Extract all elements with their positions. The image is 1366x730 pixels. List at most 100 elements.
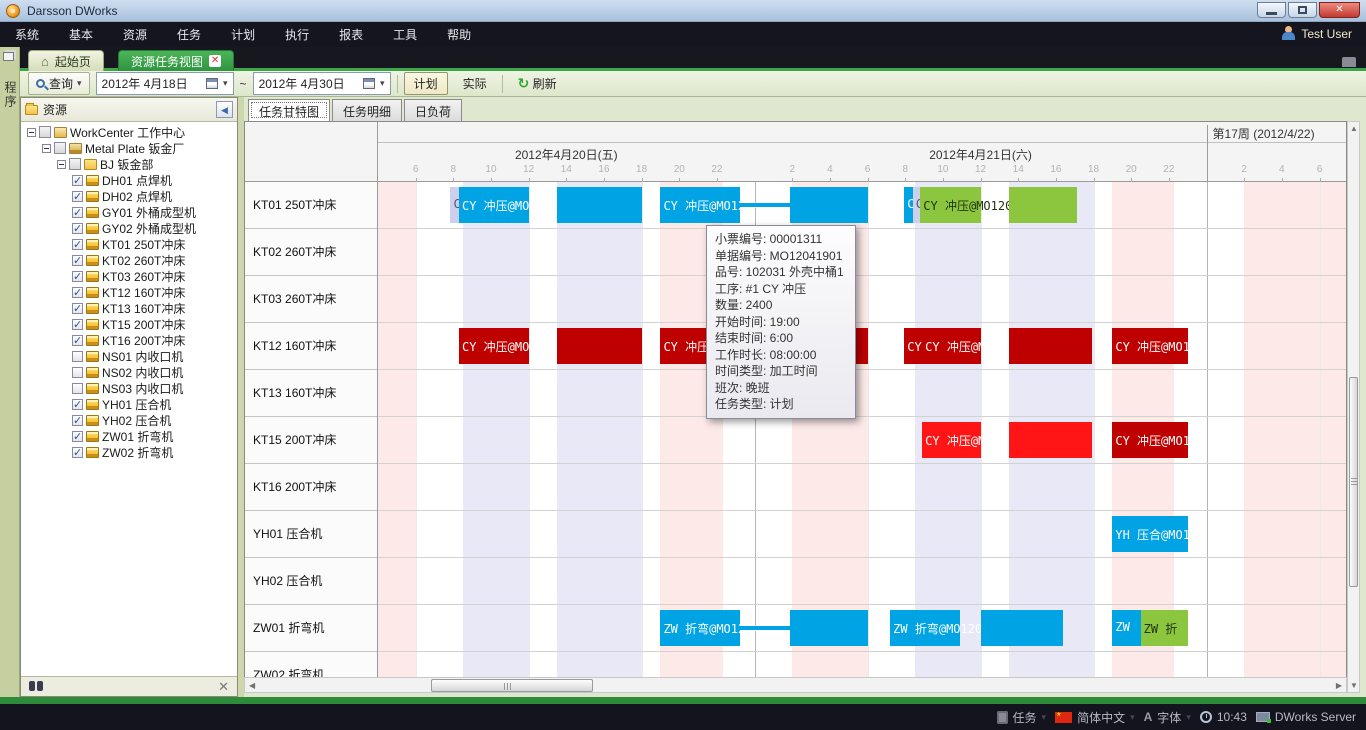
tab-close-icon[interactable]: ✕ <box>209 55 221 67</box>
tab-task-detail[interactable]: 任务明细 <box>332 99 402 121</box>
gantt-task-segment[interactable]: C <box>913 187 921 223</box>
tree-item-zw01[interactable]: ZW01 折弯机 <box>21 428 237 444</box>
menu-item-9[interactable]: 帮助 <box>432 22 486 47</box>
tree-checkbox-ns01[interactable] <box>72 351 83 362</box>
expander-icon[interactable] <box>57 160 66 169</box>
tree-item-kt16[interactable]: KT16 200T冲床 <box>21 332 237 348</box>
scroll-down-icon[interactable]: ▼ <box>1350 681 1358 690</box>
gantt-task-segment[interactable]: C <box>904 187 912 223</box>
collapse-panel-button[interactable]: ◀ <box>216 101 233 118</box>
date-to-caret-icon[interactable]: ▾ <box>380 78 385 89</box>
gantt-task-segment[interactable]: CY 冲压@MO12041904 <box>922 328 980 364</box>
tree-checkbox-bj[interactable] <box>69 158 81 170</box>
program-vertical-tab[interactable]: 程序 <box>2 81 19 109</box>
menu-item-4[interactable]: 任务 <box>162 22 216 47</box>
scroll-up-icon[interactable]: ▲ <box>1350 124 1358 133</box>
tree-checkbox-dh01[interactable] <box>72 175 83 186</box>
tree-checkbox-yh02[interactable] <box>72 415 83 426</box>
tree-item-yh01[interactable]: YH01 压合机 <box>21 396 237 412</box>
tab-task-gantt[interactable]: 任务甘特图 <box>248 99 330 121</box>
tree-item-ns03[interactable]: NS03 内收口机 <box>21 380 237 396</box>
tree-checkbox-gy01[interactable] <box>72 207 83 218</box>
query-caret-icon[interactable]: ▾ <box>77 78 82 89</box>
minimize-button[interactable] <box>1257 2 1286 18</box>
horizontal-scrollbar[interactable]: ◀ ▶ <box>244 677 1347 693</box>
user-indicator[interactable]: Test User <box>1282 26 1352 41</box>
plan-toggle-button[interactable]: 计划 <box>404 72 448 95</box>
date-from-caret-icon[interactable]: ▾ <box>223 78 228 89</box>
gantt-task-segment[interactable] <box>790 187 867 223</box>
clear-filter-icon[interactable]: ✕ <box>218 679 229 695</box>
gantt-task-segment[interactable] <box>1009 187 1077 223</box>
tree-item-workcenter[interactable]: WorkCenter 工作中心 <box>21 124 237 140</box>
tree-checkbox-yh01[interactable] <box>72 399 83 410</box>
vertical-scroll-thumb[interactable] <box>1349 377 1358 587</box>
status-fontA[interactable]: A字体▾ <box>1144 709 1191 726</box>
gantt-task-segment[interactable]: ZW 折 <box>1141 610 1188 646</box>
gantt-task-segment[interactable]: CY 冲压@MO12041901 <box>459 187 529 223</box>
expander-icon[interactable] <box>42 144 51 153</box>
gantt-task-segment[interactable]: CY 冲压@MO12041901 <box>660 187 740 223</box>
tree-checkbox-zw01[interactable] <box>72 431 83 442</box>
status-flag[interactable]: ★简体中文▾ <box>1055 709 1135 726</box>
tree-item-zw02[interactable]: ZW02 折弯机 <box>21 444 237 460</box>
gantt-task-segment[interactable]: ZW 折弯@MO12041901 <box>890 610 960 646</box>
refresh-button[interactable]: ↻ 刷新 <box>509 73 566 94</box>
tab-daily-load[interactable]: 日负荷 <box>404 99 462 121</box>
tree-checkbox-kt03[interactable] <box>72 271 83 282</box>
menu-item-8[interactable]: 工具 <box>378 22 432 47</box>
gantt-task-segment[interactable]: CY 冲压@MO1 <box>1112 328 1187 364</box>
actual-toggle-button[interactable]: 实际 <box>454 73 496 94</box>
gantt-task-segment[interactable] <box>557 187 642 223</box>
tree-checkbox-ns03[interactable] <box>72 383 83 394</box>
tree-item-dh02[interactable]: DH02 点焊机 <box>21 188 237 204</box>
tree-item-yh02[interactable]: YH02 压合机 <box>21 412 237 428</box>
tree-item-gy02[interactable]: GY02 外桶成型机 <box>21 220 237 236</box>
menu-item-6[interactable]: 执行 <box>270 22 324 47</box>
menu-item-5[interactable]: 计划 <box>216 22 270 47</box>
date-from-field[interactable]: 2012年 4月18日 ▾ <box>96 72 234 95</box>
vertical-scrollbar[interactable]: ▲ ▼ <box>1347 121 1360 693</box>
tree-checkbox-kt01[interactable] <box>72 239 83 250</box>
caret-down-icon[interactable]: ▾ <box>1186 712 1191 723</box>
dock-icon[interactable] <box>1342 57 1356 67</box>
gantt-task-segment[interactable]: CY 冲压@MO12041903 <box>922 422 980 458</box>
tree-item-kt12[interactable]: KT12 160T冲床 <box>21 284 237 300</box>
gantt-task-segment[interactable]: ZW <box>1112 610 1140 646</box>
find-icon[interactable] <box>29 681 35 691</box>
tree-checkbox-kt15[interactable] <box>72 319 83 330</box>
gantt-task-segment[interactable]: ZW 折弯@MO12041901 <box>660 610 740 646</box>
tree-checkbox-zw02[interactable] <box>72 447 83 458</box>
tree-checkbox-kt13[interactable] <box>72 303 83 314</box>
expander-icon[interactable] <box>27 128 36 137</box>
scroll-right-icon[interactable]: ▶ <box>1336 681 1342 690</box>
tree-checkbox-dh02[interactable] <box>72 191 83 202</box>
gantt-task-segment[interactable] <box>981 610 1064 646</box>
tree-checkbox-metal[interactable] <box>54 142 66 154</box>
gantt-task-segment[interactable]: CY 冲压@MO1 <box>1112 422 1187 458</box>
tree-item-dh01[interactable]: DH01 点焊机 <box>21 172 237 188</box>
status-clipboard[interactable]: 任务▾ <box>997 709 1047 726</box>
menu-item-2[interactable]: 基本 <box>54 22 108 47</box>
tree-item-metal[interactable]: Metal Plate 钣金厂 <box>21 140 237 156</box>
tree-item-ns02[interactable]: NS02 内收口机 <box>21 364 237 380</box>
tree-checkbox-kt12[interactable] <box>72 287 83 298</box>
tab-home-page[interactable]: ⌂ 起始页 <box>28 50 104 71</box>
tree-item-bj[interactable]: BJ 钣金部 <box>21 156 237 172</box>
caret-down-icon[interactable]: ▾ <box>1042 712 1047 723</box>
tree-checkbox-workcenter[interactable] <box>39 126 51 138</box>
gantt-task-segment[interactable]: CY 冲压@MO12041902 <box>920 187 980 223</box>
tree-item-kt01[interactable]: KT01 250T冲床 <box>21 236 237 252</box>
menu-item-1[interactable]: 系统 <box>0 22 54 47</box>
gantt-task-segment[interactable] <box>1009 422 1092 458</box>
gantt-task-segment[interactable]: CY 冲压@MO12041904 <box>459 328 529 364</box>
tree-item-kt13[interactable]: KT13 160T冲床 <box>21 300 237 316</box>
tree-item-kt02[interactable]: KT02 260T冲床 <box>21 252 237 268</box>
gantt-task-segment[interactable] <box>1009 328 1092 364</box>
maximize-button[interactable] <box>1288 2 1317 18</box>
tree-checkbox-kt02[interactable] <box>72 255 83 266</box>
tree-item-kt03[interactable]: KT03 260T冲床 <box>21 268 237 284</box>
tree-item-gy01[interactable]: GY01 外桶成型机 <box>21 204 237 220</box>
close-button[interactable]: ✕ <box>1319 2 1360 18</box>
tree-checkbox-ns02[interactable] <box>72 367 83 378</box>
